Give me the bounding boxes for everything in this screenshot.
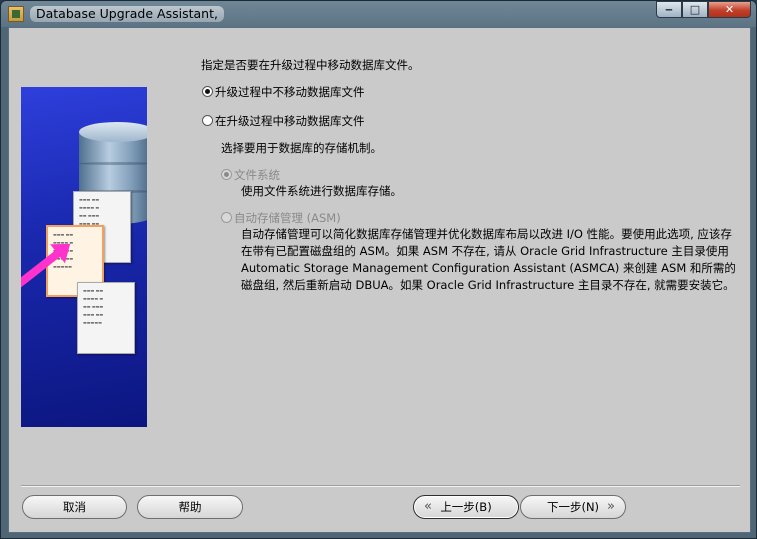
back-button[interactable]: « 上一步(B)	[413, 495, 519, 519]
window-title: Database Upgrade Assistant,	[30, 6, 224, 22]
move-radio[interactable]	[202, 115, 213, 126]
file-system-description: 使用文件系统进行数据库存储。	[241, 184, 402, 198]
minimize-button[interactable]: ‒	[656, 1, 682, 18]
no-move-label[interactable]: 升级过程中不移动数据库文件	[215, 84, 365, 100]
help-button[interactable]: 帮助	[137, 495, 243, 519]
asm-radio[interactable]	[221, 212, 232, 223]
file-system-radio[interactable]	[221, 169, 232, 180]
maximize-button[interactable]: □	[682, 1, 708, 18]
close-button[interactable]: ✕	[708, 1, 751, 18]
dialog-window: Database Upgrade Assistant, ‒ □ ✕ ▬▬▬ ▬▬…	[0, 0, 757, 539]
move-files-prompt: 指定是否要在升级过程中移动数据库文件。	[201, 58, 420, 72]
dialog-client-area: ▬▬▬ ▬▬ ▬▬▬▬ ▬ ▬▬ ▬▬▬ ▬▬▬ ▬▬ ▬▬▬ ▬▬ ▬ ▬▬ ▬ ▬▬▬▬▬…	[8, 27, 751, 533]
no-move-radio[interactable]	[202, 86, 213, 97]
chevron-right-double-icon: »	[607, 499, 615, 514]
document-icon: ▬▬▬ ▬▬▬▬▬▬ ▬▬▬ ▬▬▬▬▬▬ ▬▬▬▬▬▬▬	[77, 282, 135, 354]
wizard-illustration: ▬▬▬ ▬▬ ▬▬▬▬ ▬ ▬▬ ▬▬▬ ▬▬▬ ▬▬ ▬▬▬ ▬▬ ▬ ▬▬ ▬ ▬▬▬▬▬…	[21, 87, 147, 427]
back-button-label: 上一步(B)	[440, 500, 492, 514]
asm-description: 自动存储管理可以简化数据库存储管理并优化数据库布局以改进 I/O 性能。要使用此…	[241, 227, 736, 292]
chevron-left-double-icon: «	[424, 499, 432, 514]
storage-prompt: 选择要用于数据库的存储机制。	[221, 141, 382, 155]
move-label[interactable]: 在升级过程中移动数据库文件	[215, 113, 365, 129]
app-icon	[8, 6, 24, 22]
next-button-label: 下一步(N)	[546, 500, 600, 514]
cancel-button[interactable]: 取消	[22, 495, 127, 519]
title-bar[interactable]: Database Upgrade Assistant, ‒ □ ✕	[1, 1, 756, 27]
file-system-label[interactable]: 文件系统	[234, 167, 280, 183]
window-controls: ‒ □ ✕	[656, 1, 751, 19]
asm-label[interactable]: 自动存储管理 (ASM)	[234, 210, 341, 226]
footer-divider	[21, 485, 740, 487]
next-button[interactable]: 下一步(N) »	[520, 495, 626, 519]
